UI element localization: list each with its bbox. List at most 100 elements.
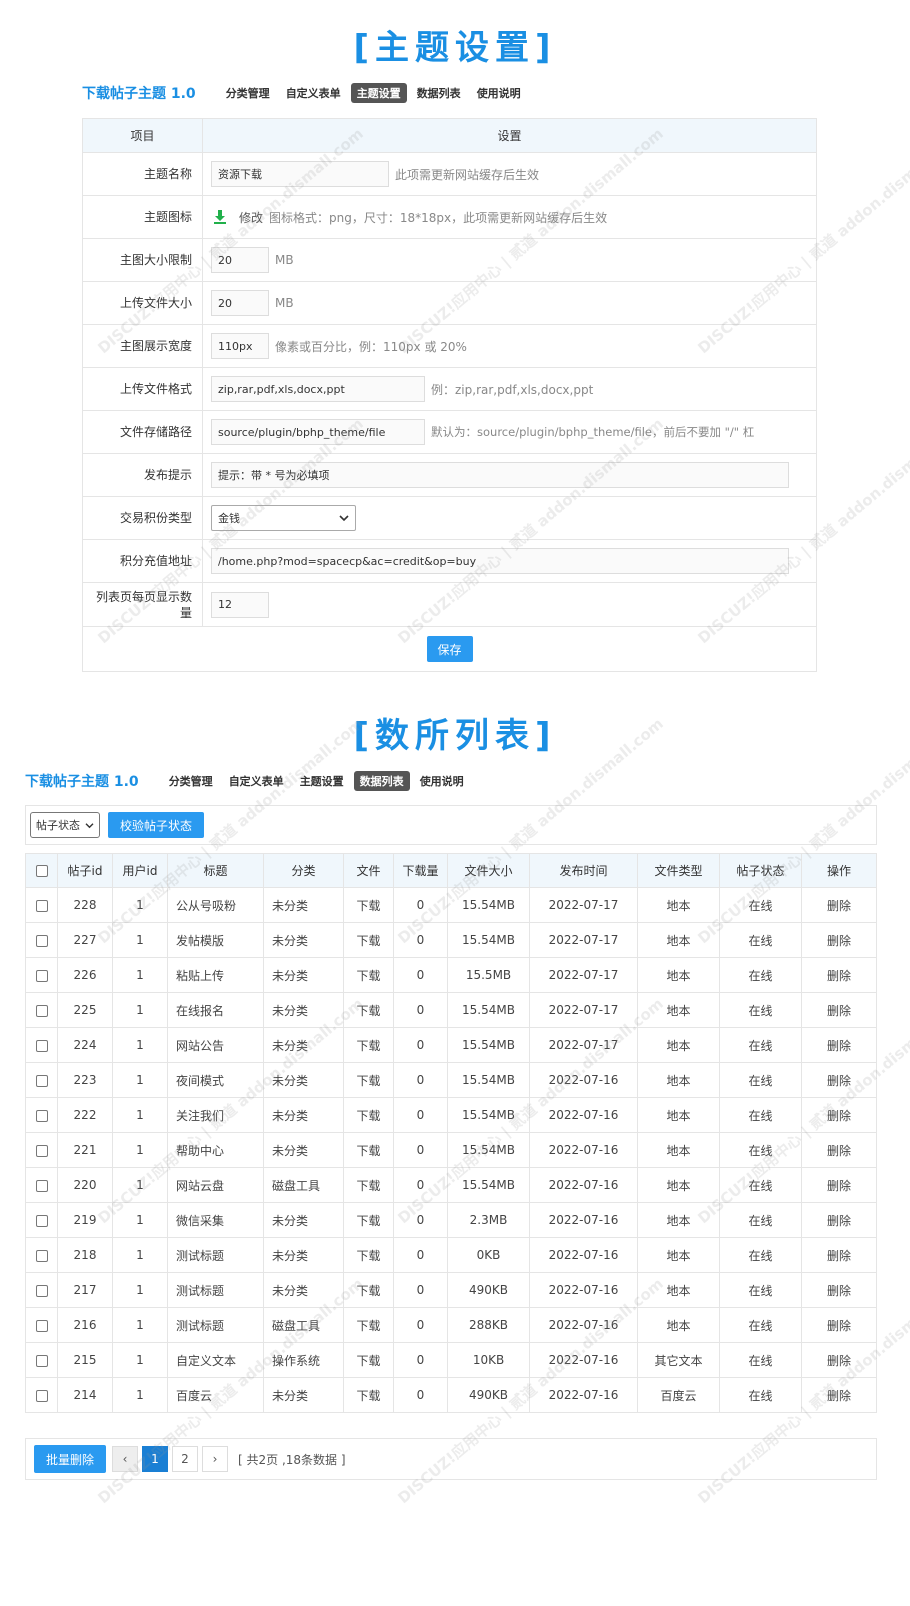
batch-delete-button[interactable]: 批量删除 bbox=[34, 1445, 106, 1473]
cell-post-status[interactable]: 在线 bbox=[719, 1097, 802, 1133]
row-checkbox-cell[interactable] bbox=[25, 1097, 58, 1133]
cell-post-status[interactable]: 在线 bbox=[719, 1062, 802, 1098]
cell-delete[interactable]: 删除 bbox=[801, 1377, 877, 1413]
cell-file-download[interactable]: 下载 bbox=[343, 1027, 394, 1063]
row-checkbox-cell[interactable] bbox=[25, 1202, 58, 1238]
nav-category-manage-2[interactable]: 分类管理 bbox=[163, 771, 219, 791]
row-checkbox[interactable] bbox=[35, 1109, 48, 1122]
cell-file-download[interactable]: 下载 bbox=[343, 1307, 394, 1343]
cell-file-download[interactable]: 下载 bbox=[343, 1377, 394, 1413]
cell-file-download[interactable]: 下载 bbox=[343, 957, 394, 993]
cell-post-status[interactable]: 在线 bbox=[719, 1132, 802, 1168]
nav-data-list[interactable]: 数据列表 bbox=[411, 83, 467, 103]
select-all-checkbox-cell[interactable] bbox=[25, 853, 58, 888]
row-checkbox-cell[interactable] bbox=[25, 1342, 58, 1378]
row-checkbox[interactable] bbox=[35, 1039, 48, 1052]
row-checkbox-cell[interactable] bbox=[25, 957, 58, 993]
cell-post-status[interactable]: 在线 bbox=[719, 1202, 802, 1238]
nav-theme-settings-2[interactable]: 主题设置 bbox=[294, 771, 350, 791]
row-checkbox[interactable] bbox=[35, 1284, 48, 1297]
row-checkbox-cell[interactable] bbox=[25, 1062, 58, 1098]
cell-post-status[interactable]: 在线 bbox=[719, 922, 802, 958]
row-checkbox-cell[interactable] bbox=[25, 922, 58, 958]
row-checkbox[interactable] bbox=[35, 934, 48, 947]
cell-post-status[interactable]: 在线 bbox=[719, 957, 802, 993]
select-all-checkbox[interactable] bbox=[35, 865, 48, 877]
row-checkbox-cell[interactable] bbox=[25, 1272, 58, 1308]
row-checkbox-cell[interactable] bbox=[25, 1237, 58, 1273]
row-checkbox[interactable] bbox=[35, 969, 48, 982]
cell-delete[interactable]: 删除 bbox=[801, 1237, 877, 1273]
row-checkbox[interactable] bbox=[35, 1319, 48, 1332]
cell-file-download[interactable]: 下载 bbox=[343, 922, 394, 958]
cell-post-status[interactable]: 在线 bbox=[719, 887, 802, 923]
row-checkbox[interactable] bbox=[35, 1144, 48, 1157]
cell-post-status[interactable]: 在线 bbox=[719, 1377, 802, 1413]
cell-post-status[interactable]: 在线 bbox=[719, 1167, 802, 1203]
cell-delete[interactable]: 删除 bbox=[801, 992, 877, 1028]
cell-post-status[interactable]: 在线 bbox=[719, 1272, 802, 1308]
cell-delete[interactable]: 删除 bbox=[801, 922, 877, 958]
cell-post-status[interactable]: 在线 bbox=[719, 1342, 802, 1378]
cell-file-download[interactable]: 下载 bbox=[343, 992, 394, 1028]
theme-icon-modify-link[interactable]: 修改 bbox=[239, 209, 263, 226]
cell-file-download[interactable]: 下载 bbox=[343, 1167, 394, 1203]
cell-delete[interactable]: 删除 bbox=[801, 1062, 877, 1098]
cell-post-status[interactable]: 在线 bbox=[719, 992, 802, 1028]
image-limit-input[interactable]: 20 bbox=[211, 247, 269, 273]
cell-delete[interactable]: 删除 bbox=[801, 1307, 877, 1343]
cell-file-download[interactable]: 下载 bbox=[343, 1202, 394, 1238]
cell-delete[interactable]: 删除 bbox=[801, 1027, 877, 1063]
nav-usage-guide-2[interactable]: 使用说明 bbox=[414, 771, 470, 791]
nav-usage-guide[interactable]: 使用说明 bbox=[471, 83, 527, 103]
verify-status-button[interactable]: 校验帖子状态 bbox=[108, 812, 204, 838]
upload-size-input[interactable]: 20 bbox=[211, 290, 269, 316]
cell-file-download[interactable]: 下载 bbox=[343, 1272, 394, 1308]
cell-delete[interactable]: 删除 bbox=[801, 1097, 877, 1133]
theme-name-input[interactable]: 资源下载 bbox=[211, 161, 389, 187]
next-page-button[interactable]: › bbox=[202, 1446, 228, 1472]
row-checkbox[interactable] bbox=[35, 899, 48, 912]
row-checkbox[interactable] bbox=[35, 1214, 48, 1227]
nav-custom-form[interactable]: 自定义表单 bbox=[280, 83, 347, 103]
row-checkbox[interactable] bbox=[35, 1074, 48, 1087]
cell-delete[interactable]: 删除 bbox=[801, 957, 877, 993]
cell-delete[interactable]: 删除 bbox=[801, 1202, 877, 1238]
cell-delete[interactable]: 删除 bbox=[801, 887, 877, 923]
row-checkbox[interactable] bbox=[35, 1004, 48, 1017]
post-status-filter[interactable]: 帖子状态 bbox=[30, 812, 100, 838]
per-page-input[interactable]: 12 bbox=[211, 591, 269, 618]
nav-data-list-2[interactable]: 数据列表 bbox=[353, 771, 410, 791]
upload-format-input[interactable]: zip,rar,pdf,xls,docx,ppt bbox=[211, 376, 425, 402]
row-checkbox-cell[interactable] bbox=[25, 1027, 58, 1063]
row-checkbox-cell[interactable] bbox=[25, 1167, 58, 1203]
publish-tip-input[interactable]: 提示：带 * 号为必填项 bbox=[211, 462, 789, 488]
nav-category-manage[interactable]: 分类管理 bbox=[220, 83, 276, 103]
nav-custom-form-2[interactable]: 自定义表单 bbox=[223, 771, 290, 791]
row-checkbox-cell[interactable] bbox=[25, 887, 58, 923]
nav-theme-settings[interactable]: 主题设置 bbox=[350, 83, 407, 103]
cell-delete[interactable]: 删除 bbox=[801, 1167, 877, 1203]
cell-delete[interactable]: 删除 bbox=[801, 1132, 877, 1168]
row-checkbox-cell[interactable] bbox=[25, 1132, 58, 1168]
cell-file-download[interactable]: 下载 bbox=[343, 887, 394, 923]
row-checkbox[interactable] bbox=[35, 1389, 48, 1402]
page-2-button[interactable]: 2 bbox=[172, 1446, 198, 1472]
cell-delete[interactable]: 删除 bbox=[801, 1272, 877, 1308]
prev-page-button[interactable]: ‹ bbox=[112, 1446, 138, 1472]
cell-file-download[interactable]: 下载 bbox=[343, 1132, 394, 1168]
storage-path-input[interactable]: source/plugin/bphp_theme/file bbox=[211, 419, 425, 445]
save-button[interactable]: 保存 bbox=[426, 636, 473, 662]
row-checkbox[interactable] bbox=[35, 1179, 48, 1192]
page-1-button[interactable]: 1 bbox=[142, 1446, 168, 1472]
cell-file-download[interactable]: 下载 bbox=[343, 1097, 394, 1133]
image-width-input[interactable]: 110px bbox=[211, 333, 269, 359]
cell-post-status[interactable]: 在线 bbox=[719, 1307, 802, 1343]
row-checkbox-cell[interactable] bbox=[25, 1307, 58, 1343]
cell-post-status[interactable]: 在线 bbox=[719, 1027, 802, 1063]
row-checkbox-cell[interactable] bbox=[25, 992, 58, 1028]
credit-type-select[interactable]: 金钱 bbox=[211, 505, 356, 531]
row-checkbox[interactable] bbox=[35, 1249, 48, 1262]
cell-file-download[interactable]: 下载 bbox=[343, 1062, 394, 1098]
cell-file-download[interactable]: 下载 bbox=[343, 1237, 394, 1273]
